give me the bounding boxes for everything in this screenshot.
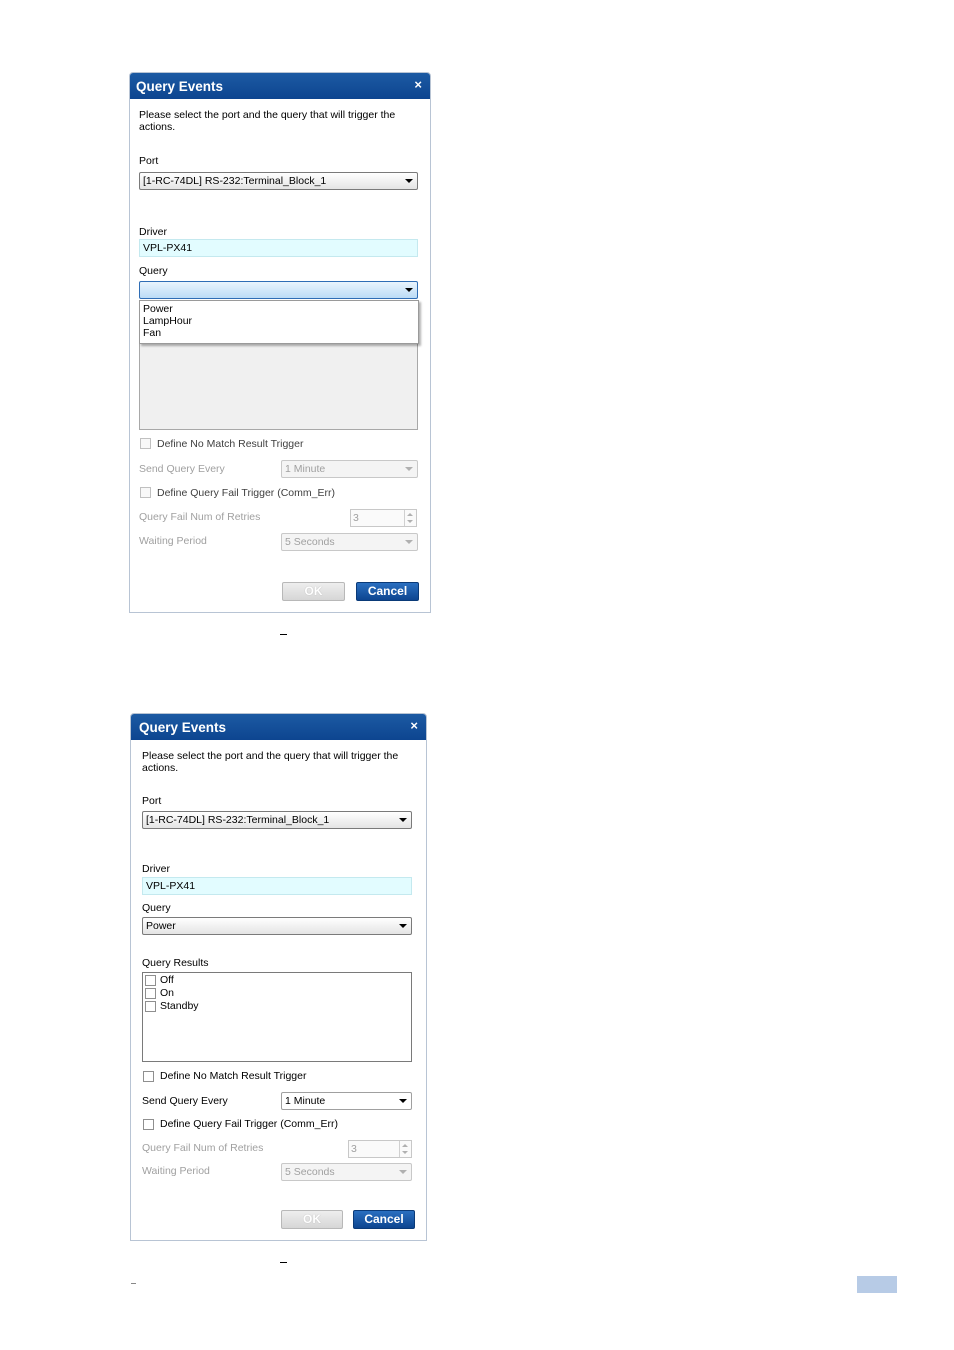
query-select-value: Power	[146, 920, 176, 932]
send-query-value: 1 Minute	[285, 1095, 326, 1107]
fail-trigger-label: Define Query Fail Trigger (Comm_Err)	[160, 1118, 338, 1130]
query-select[interactable]	[139, 281, 418, 299]
retries-stepper[interactable]: 3	[348, 1140, 412, 1158]
fail-trigger-label: Define Query Fail Trigger (Comm_Err)	[157, 487, 335, 499]
query-option[interactable]: LampHour	[140, 315, 418, 327]
result-checkbox[interactable]	[145, 975, 156, 986]
close-icon[interactable]: ×	[414, 77, 422, 92]
query-label: Query	[139, 265, 168, 277]
instructions-line-1: Please select the port and the query tha…	[139, 109, 396, 121]
port-select[interactable]: [1-RC-74DL] RS-232:Terminal_Block_1	[142, 811, 412, 829]
query-option[interactable]: Fan	[140, 327, 418, 339]
port-select[interactable]: [1-RC-74DL] RS-232:Terminal_Block_1	[139, 172, 418, 190]
instructions-line-2: actions.	[142, 762, 179, 774]
retries-label: Query Fail Num of Retries	[142, 1142, 264, 1154]
dialog-title: Query Events	[139, 720, 227, 735]
result-checkbox[interactable]	[145, 988, 156, 999]
driver-label: Driver	[139, 226, 167, 238]
dialog-title: Query Events	[136, 79, 224, 94]
port-label: Port	[142, 795, 162, 807]
chevron-down-icon	[405, 467, 413, 471]
chevron-down-icon	[399, 1170, 407, 1174]
driver-field: VPL-PX41	[139, 239, 418, 257]
result-label: On	[160, 987, 175, 999]
waiting-period-label: Waiting Period	[139, 535, 207, 547]
retries-value: 3	[353, 512, 359, 524]
chevron-down-icon	[399, 924, 407, 928]
no-match-label: Define No Match Result Trigger	[160, 1070, 307, 1082]
stepper-arrows-icon[interactable]	[399, 1141, 411, 1157]
driver-field: VPL-PX41	[142, 877, 412, 895]
ok-button[interactable]: OK	[281, 1210, 343, 1229]
result-label: Off	[160, 974, 174, 986]
no-match-checkbox[interactable]	[140, 438, 151, 449]
no-match-checkbox[interactable]	[143, 1071, 154, 1082]
fail-trigger-checkbox[interactable]	[140, 487, 151, 498]
fail-trigger-checkbox[interactable]	[143, 1119, 154, 1130]
no-match-label: Define No Match Result Trigger	[157, 438, 304, 450]
query-option[interactable]: Power	[140, 303, 418, 315]
query-dropdown-list[interactable]: Power LampHour Fan	[139, 300, 419, 344]
stepper-arrows-icon[interactable]	[404, 510, 416, 526]
caption-dash	[280, 634, 287, 635]
waiting-period-select[interactable]: 5 Seconds	[281, 533, 418, 551]
close-icon[interactable]: ×	[410, 718, 418, 733]
send-query-select[interactable]: 1 Minute	[281, 1092, 412, 1110]
driver-label: Driver	[142, 863, 170, 875]
query-events-dialog-2: Query Events × Please select the port an…	[130, 713, 427, 1241]
instructions-line-2: actions.	[139, 121, 176, 133]
port-label: Port	[139, 155, 159, 167]
query-results-label: Query Results	[142, 957, 209, 969]
result-label: Standby	[160, 1000, 199, 1012]
caption-dash	[280, 1262, 287, 1263]
send-query-value: 1 Minute	[285, 463, 326, 475]
port-select-value: [1-RC-74DL] RS-232:Terminal_Block_1	[143, 175, 327, 187]
query-select[interactable]: Power	[142, 917, 412, 935]
retries-value: 3	[351, 1143, 357, 1155]
waiting-period-value: 5 Seconds	[285, 1166, 335, 1178]
send-query-label: Send Query Every	[139, 463, 225, 475]
port-select-value: [1-RC-74DL] RS-232:Terminal_Block_1	[146, 814, 330, 826]
query-results-list[interactable]	[139, 331, 418, 430]
query-results-list[interactable]: Off On Standby	[142, 972, 412, 1062]
retries-label: Query Fail Num of Retries	[139, 511, 261, 523]
send-query-label: Send Query Every	[142, 1095, 228, 1107]
query-label: Query	[142, 902, 171, 914]
query-events-dialog-1: Query Events × Please select the port an…	[129, 72, 431, 613]
chevron-down-icon	[405, 179, 413, 183]
driver-value: VPL-PX41	[143, 242, 193, 254]
page-number-tab	[857, 1276, 897, 1293]
send-query-select[interactable]: 1 Minute	[281, 460, 418, 478]
retries-stepper[interactable]: 3	[350, 509, 417, 527]
driver-value: VPL-PX41	[146, 880, 196, 892]
chevron-down-icon	[405, 288, 413, 292]
waiting-period-value: 5 Seconds	[285, 536, 335, 548]
waiting-period-select[interactable]: 5 Seconds	[281, 1163, 412, 1181]
chevron-down-icon	[399, 1099, 407, 1103]
result-checkbox[interactable]	[145, 1001, 156, 1012]
cancel-button[interactable]: Cancel	[356, 582, 419, 601]
instructions-line-1: Please select the port and the query tha…	[142, 750, 399, 762]
waiting-period-label: Waiting Period	[142, 1165, 210, 1177]
dialog-titlebar: Query Events ×	[131, 714, 426, 740]
cancel-button[interactable]: Cancel	[353, 1210, 415, 1229]
footer-dash	[131, 1283, 136, 1284]
chevron-down-icon	[399, 818, 407, 822]
ok-button[interactable]: OK	[282, 582, 345, 601]
dialog-titlebar: Query Events ×	[130, 73, 430, 99]
chevron-down-icon	[405, 540, 413, 544]
